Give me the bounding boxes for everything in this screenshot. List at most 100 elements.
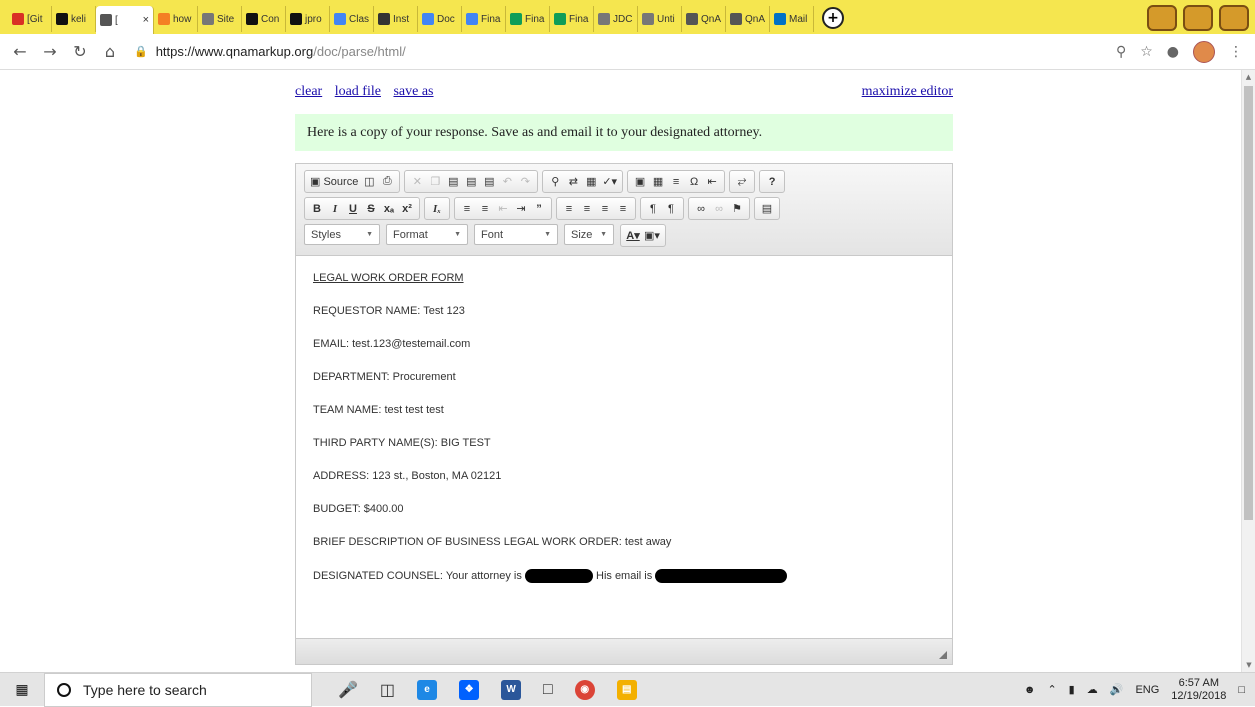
browser-tab[interactable]: keli <box>52 6 96 32</box>
resize-handle[interactable] <box>939 651 947 659</box>
ltr-icon[interactable]: ¶ <box>644 199 662 218</box>
volume-icon[interactable]: 🔊 <box>1110 683 1124 696</box>
browser-tab[interactable]: JDC <box>594 6 638 32</box>
styles-dropdown[interactable]: Styles ▼ <box>304 224 380 245</box>
horizontal-line-icon[interactable]: ≡ <box>667 172 685 191</box>
home-button[interactable]: ⌂ <box>98 40 122 64</box>
source-button[interactable]: ▣ Source <box>308 172 360 191</box>
preview-icon[interactable]: ◫ <box>360 172 378 191</box>
browser-tab[interactable]: [Git <box>8 6 52 32</box>
page-break-icon[interactable]: ⇤ <box>703 172 721 191</box>
editor-content[interactable]: LEGAL WORK ORDER FORM REQUESTOR NAME: Te… <box>296 256 952 638</box>
link-icon[interactable]: ∞ <box>692 199 710 218</box>
image-icon[interactable]: ▣ <box>631 172 649 191</box>
background-color-icon[interactable]: ▣▾ <box>642 226 662 245</box>
align-right-icon[interactable]: ≡ <box>596 199 614 218</box>
text-color-icon[interactable]: A▾ <box>624 226 642 245</box>
size-dropdown[interactable]: Size ▼ <box>564 224 614 245</box>
justify-icon[interactable]: ≡ <box>614 199 632 218</box>
browser-tab[interactable]: Doc <box>418 6 462 32</box>
browser-tab[interactable]: Clas <box>330 6 374 32</box>
superscript-icon[interactable]: x² <box>398 199 416 218</box>
windows-start-icon[interactable]: ▦ <box>0 673 44 707</box>
microphone-icon[interactable]: 🎤 <box>338 680 358 700</box>
edge-icon[interactable]: e <box>417 679 438 700</box>
bulleted-list-icon[interactable]: ≡ <box>476 199 494 218</box>
clock[interactable]: 6:57 AM 12/19/2018 <box>1171 677 1226 703</box>
browser-tab[interactable]: Mail <box>770 6 814 32</box>
print-icon[interactable]: ⎙ <box>378 172 396 191</box>
word-icon[interactable]: W <box>501 679 522 700</box>
show-hidden-icons-icon[interactable]: ⌃ <box>1047 683 1056 696</box>
file-explorer-icon[interactable]: ▤ <box>616 679 637 700</box>
outdent-icon[interactable]: ⇤ <box>494 199 512 218</box>
chrome-icon[interactable]: ◉ <box>574 679 595 700</box>
format-dropdown[interactable]: Format ▼ <box>386 224 468 245</box>
language-indicator[interactable]: ENG <box>1135 684 1159 696</box>
cut-icon[interactable]: ✕ <box>408 172 426 191</box>
help-icon[interactable]: ? <box>763 172 781 191</box>
back-button[interactable]: ← <box>8 40 32 64</box>
onedrive-icon[interactable]: ☁ <box>1087 683 1098 696</box>
scroll-up-icon[interactable]: ▲ <box>1242 70 1255 84</box>
find-icon[interactable]: ⚲ <box>546 172 564 191</box>
menu-icon[interactable]: ⋮ <box>1229 44 1243 60</box>
browser-tab[interactable]: Fina <box>506 6 550 32</box>
blockquote-icon[interactable]: ” <box>530 199 548 218</box>
bookmark-star-icon[interactable]: ☆ <box>1140 44 1153 60</box>
close-tab-icon[interactable]: × <box>143 14 149 26</box>
document-icon[interactable]: ▤ <box>758 199 776 218</box>
italic-icon[interactable]: I <box>326 199 344 218</box>
browser-tab[interactable]: QnA <box>726 6 770 32</box>
spellcheck-icon[interactable]: ✓▾ <box>600 172 619 191</box>
address-bar[interactable]: 🔒 https://www.qnamarkup.org/doc/parse/ht… <box>134 39 1116 65</box>
browser-tab[interactable]: jpro <box>286 6 330 32</box>
browser-tab[interactable]: Site <box>198 6 242 32</box>
dropbox-icon[interactable]: ❖ <box>459 679 480 700</box>
clear-link[interactable]: clear <box>295 84 322 99</box>
copy-icon[interactable]: ❐ <box>426 172 444 191</box>
paste-icon[interactable]: ▤ <box>444 172 462 191</box>
people-icon[interactable]: ☻ <box>1024 684 1036 696</box>
align-center-icon[interactable]: ≡ <box>578 199 596 218</box>
subscript-icon[interactable]: xₐ <box>380 199 398 218</box>
indent-icon[interactable]: ⇥ <box>512 199 530 218</box>
profile-avatar[interactable] <box>1193 40 1215 63</box>
load-file-link[interactable]: load file <box>335 84 381 99</box>
battery-icon[interactable]: ▮ <box>1069 683 1075 696</box>
reload-button[interactable]: ↻ <box>68 40 92 64</box>
table-icon[interactable]: ▦ <box>649 172 667 191</box>
underline-icon[interactable]: U <box>344 199 362 218</box>
browser-tab[interactable]: Unti <box>638 6 682 32</box>
extension-icon[interactable]: ● <box>1167 44 1179 60</box>
rtl-icon[interactable]: ¶ <box>662 199 680 218</box>
paste-text-icon[interactable]: ▤ <box>462 172 480 191</box>
taskbar-search[interactable]: Type here to search <box>44 672 312 707</box>
unlink-icon[interactable]: ∞ <box>710 199 728 218</box>
browser-tab[interactable]: QnA <box>682 6 726 32</box>
remove-format-icon[interactable]: Iₓ <box>428 199 446 218</box>
anchor-icon[interactable]: ⚑ <box>728 199 746 218</box>
scroll-down-icon[interactable]: ▼ <box>1242 658 1255 672</box>
browser-tab[interactable]: Con <box>242 6 286 32</box>
special-char-icon[interactable]: Ω <box>685 172 703 191</box>
browser-tab[interactable]: how <box>154 6 198 32</box>
maximize-editor-link[interactable]: maximize editor <box>862 84 953 100</box>
undo-icon[interactable]: ↶ <box>498 172 516 191</box>
maximize-icon[interactable]: ⥂ <box>733 172 751 191</box>
browser-tab[interactable]: Inst <box>374 6 418 32</box>
window-icon[interactable]: □ <box>543 681 553 699</box>
task-view-icon[interactable]: ◫ <box>380 680 395 700</box>
paste-word-icon[interactable]: ▤ <box>480 172 498 191</box>
browser-tab[interactable]: [× <box>96 6 154 34</box>
zoom-icon[interactable]: ⚲ <box>1116 44 1126 60</box>
save-as-link[interactable]: save as <box>393 84 433 99</box>
notifications-icon[interactable]: □ <box>1238 684 1245 696</box>
new-tab-button[interactable]: + <box>822 7 844 29</box>
browser-tab[interactable]: Fina <box>462 6 506 32</box>
replace-icon[interactable]: ⇄ <box>564 172 582 191</box>
page-scrollbar[interactable]: ▲ ▼ <box>1241 70 1255 672</box>
align-left-icon[interactable]: ≡ <box>560 199 578 218</box>
strikethrough-icon[interactable]: S <box>362 199 380 218</box>
font-dropdown[interactable]: Font ▼ <box>474 224 558 245</box>
